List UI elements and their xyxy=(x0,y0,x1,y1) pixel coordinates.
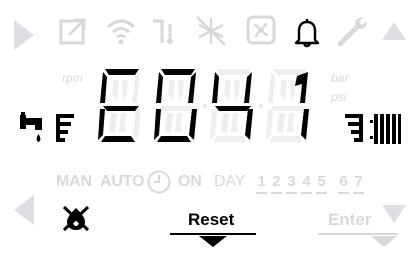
radiator-icon xyxy=(370,114,401,144)
left-arrow-bottom-icon[interactable] xyxy=(12,193,36,227)
enter-button[interactable]: Enter xyxy=(328,210,371,230)
external-link-icon xyxy=(59,18,86,45)
sensor-icon xyxy=(153,19,173,44)
day-7: 7 xyxy=(354,173,363,190)
fan-icon xyxy=(246,15,276,45)
clock-icon xyxy=(147,170,171,194)
arrow-down-icon[interactable] xyxy=(380,203,408,225)
code-digit-4: 1 xyxy=(95,66,96,67)
wrench-icon xyxy=(337,17,367,47)
enter-down-icon[interactable] xyxy=(318,231,398,249)
flame-off-icon xyxy=(62,205,90,232)
day-1: 1 xyxy=(257,173,266,190)
heating-level-left-icon xyxy=(56,114,74,142)
left-arrow-top-icon[interactable] xyxy=(12,18,36,52)
mode-auto: AUTO xyxy=(100,173,145,190)
rpm-label: rpm xyxy=(62,71,83,85)
reset-button[interactable]: Reset xyxy=(188,210,234,230)
mode-on: ON xyxy=(178,173,202,190)
arrow-up-icon[interactable] xyxy=(380,20,408,42)
psi-label: psi xyxy=(331,90,347,104)
bar-label: bar xyxy=(331,71,349,85)
heating-level-right-icon xyxy=(345,114,363,142)
day-4: 4 xyxy=(302,173,311,190)
tap-icon xyxy=(20,112,42,142)
wifi-icon xyxy=(106,19,136,45)
mode-day: DAY xyxy=(214,173,246,190)
day-5: 5 xyxy=(317,173,326,190)
day-6: 6 xyxy=(339,173,348,190)
mode-man: MAN xyxy=(56,173,92,190)
bell-icon xyxy=(294,19,320,48)
error-code-display: E 0 4 1 xyxy=(95,66,325,146)
day-selector: 1 2 3 4 5 6 7 xyxy=(256,173,376,195)
day-2: 2 xyxy=(272,173,281,190)
antifreeze-icon xyxy=(196,16,226,46)
day-3: 3 xyxy=(287,173,296,190)
reset-down-icon[interactable] xyxy=(170,231,256,249)
